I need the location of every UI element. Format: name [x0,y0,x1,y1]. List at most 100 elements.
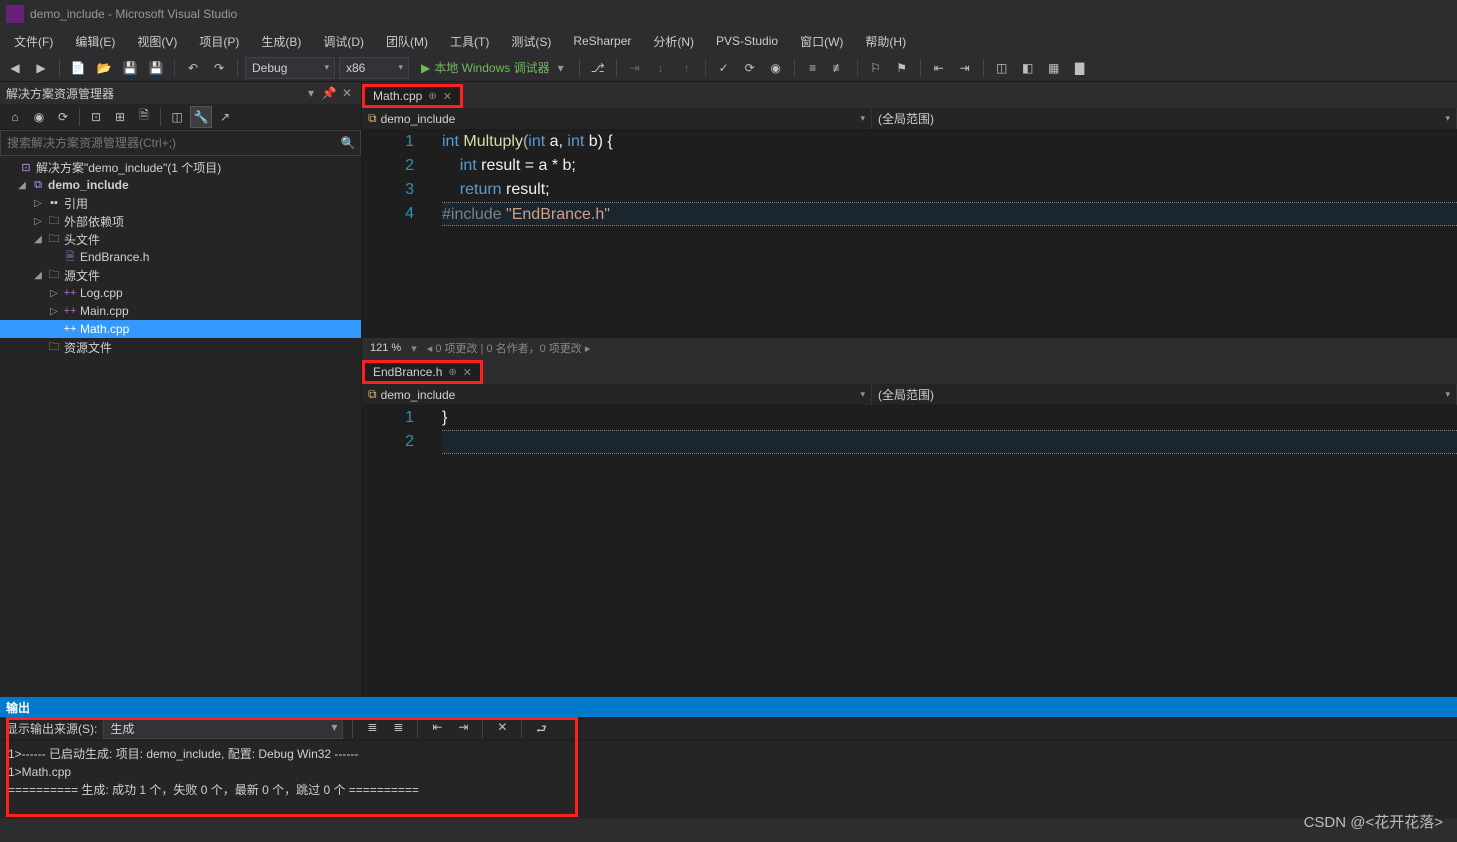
save-all-icon[interactable]: 💾 [145,57,167,79]
comment-icon[interactable]: ≡ [802,57,824,79]
menu-tools[interactable]: 工具(T) [440,30,499,53]
editor-area: Math.cpp ⊕ ✕ ⧉demo_include (全局范围) 1234 i… [362,82,1457,697]
tree-source-files[interactable]: ◢🗀源文件 [0,266,361,284]
menu-test[interactable]: 测试(S) [501,30,561,53]
clear-icon[interactable]: ✕ [492,720,512,738]
menu-edit[interactable]: 编辑(E) [65,30,125,53]
scope-global-dropdown[interactable]: (全局范围) [872,108,1457,129]
explorer-search[interactable]: 🔍 [0,130,361,156]
tree-external-deps[interactable]: ▷🗀外部依赖项 [0,212,361,230]
menu-window[interactable]: 窗口(W) [790,30,853,53]
refresh-icon[interactable]: ⟳ [52,106,74,128]
output-source-label: 显示输出来源(S): [6,720,97,737]
search-icon[interactable]: 🔍 [336,136,360,150]
pin-icon[interactable]: ⊕ [448,367,456,378]
show-all-icon[interactable]: 🗎 [133,106,155,128]
menu-pvs[interactable]: PVS-Studio [706,31,788,51]
home-icon[interactable]: ⌂ [4,106,26,128]
toolbar-icon[interactable]: ◉ [28,106,50,128]
pin-icon[interactable]: ⊕ [428,91,436,102]
menu-file[interactable]: 文件(F) [4,30,63,53]
code-lines[interactable]: } [438,406,1457,697]
toolbar-icon[interactable]: ◫ [991,57,1013,79]
tab-endbrance-h[interactable]: EndBrance.h ⊕ ✕ [362,360,483,384]
toolbar-icon[interactable]: ⚑ [891,57,913,79]
tab-math-cpp[interactable]: Math.cpp ⊕ ✕ [362,84,463,108]
toolbar-icon[interactable]: ◉ [765,57,787,79]
scope-project-dropdown[interactable]: ⧉demo_include [362,384,872,405]
menu-team[interactable]: 团队(M) [376,30,438,53]
tree-file-log[interactable]: ▷++Log.cpp [0,284,361,302]
toolbar-icon[interactable]: ▦ [1043,57,1065,79]
scope-global-dropdown[interactable]: (全局范围) [872,384,1457,405]
toolbar-icon[interactable]: ≣ [388,720,408,738]
project-icon: ⧉ [368,111,377,126]
nav-back-icon[interactable]: ◀ [4,57,26,79]
toolbar-icon[interactable]: ⊞ [109,106,131,128]
output-header[interactable]: 输出 [0,697,1457,717]
tree-references[interactable]: ▷▪▪引用 [0,194,361,212]
separator [705,59,706,77]
output-line: ========== 生成: 成功 1 个，失败 0 个，最新 0 个，跳过 0… [8,781,1449,799]
nav-fwd-icon[interactable]: ▶ [30,57,52,79]
menu-resharper[interactable]: ReSharper [563,31,641,51]
config-dropdown[interactable]: Debug [245,57,335,79]
platform-dropdown[interactable]: x86 [339,57,409,79]
open-icon[interactable]: 📂 [93,57,115,79]
tree-file-math[interactable]: ++Math.cpp [0,320,361,338]
menu-analyze[interactable]: 分析(N) [643,30,704,53]
dropdown-icon[interactable]: ▾ [303,86,319,100]
toolbar-icon[interactable]: ◫ [166,106,188,128]
save-icon[interactable]: 💾 [119,57,141,79]
project-icon: ⧉ [368,387,377,402]
menu-build[interactable]: 生成(B) [251,30,311,53]
menu-debug[interactable]: 调试(D) [313,30,374,53]
properties-icon[interactable]: 🔧 [190,106,212,128]
toolbar-icon[interactable]: ⇥ [453,720,473,738]
close-icon[interactable]: ✕ [339,86,355,100]
tree-project[interactable]: ◢⧉demo_include [0,176,361,194]
close-icon[interactable]: ✕ [443,90,452,103]
new-project-icon[interactable]: 📄 [67,57,89,79]
tree-resource-files[interactable]: 🗀资源文件 [0,338,361,356]
separator [160,108,161,126]
code-lines[interactable]: int Multuply(int a, int b) { int result … [438,130,1457,338]
menu-view[interactable]: 视图(V) [127,30,187,53]
bookmark-icon[interactable]: ⚐ [865,57,887,79]
search-input[interactable] [1,136,336,150]
code-margin [426,406,438,697]
toolbar-icon[interactable]: ⎇ [587,57,609,79]
tree-solution[interactable]: ⊡解决方案"demo_include"(1 个项目) [0,158,361,176]
tree-header-files[interactable]: ◢🗀头文件 [0,230,361,248]
uncomment-icon[interactable]: ≢ [828,57,850,79]
output-line: 1>Math.cpp [8,763,1449,781]
wrap-icon[interactable]: ⮐ [531,720,551,738]
toolbar-icon[interactable]: ▇ [1069,57,1091,79]
start-debug-button[interactable]: ▶本地 Windows 调试器▾ [413,57,572,79]
toolbar-icon[interactable]: ≣ [362,720,382,738]
toolbar-icon[interactable]: ↗ [214,106,236,128]
toolbar-icon[interactable]: ◧ [1017,57,1039,79]
toolbar-icon[interactable]: ⊡ [85,106,107,128]
scope-project-dropdown[interactable]: ⧉demo_include [362,108,872,129]
toolbar-icon[interactable]: ✓ [713,57,735,79]
outdent-icon[interactable]: ⇥ [954,57,976,79]
output-source-dropdown[interactable]: 生成 [103,718,343,739]
tree-file-main[interactable]: ▷++Main.cpp [0,302,361,320]
close-icon[interactable]: ✕ [463,366,472,379]
undo-icon[interactable]: ↶ [182,57,204,79]
code-editor-1[interactable]: 1234 int Multuply(int a, int b) { int re… [362,130,1457,338]
pin-icon[interactable]: 📌 [321,86,337,100]
code-editor-2[interactable]: 12 } [362,406,1457,697]
tree-file-endbrance[interactable]: 🗎EndBrance.h [0,248,361,266]
toolbar-icon[interactable]: ⟳ [739,57,761,79]
menu-project[interactable]: 项目(P) [189,30,249,53]
redo-icon[interactable]: ↷ [208,57,230,79]
code-margin [426,130,438,338]
indent-icon[interactable]: ⇤ [928,57,950,79]
toolbar-icon[interactable]: ⇤ [427,720,447,738]
menu-help[interactable]: 帮助(H) [855,30,916,53]
editor-status-1: 121 %▾ ◂ 0 项更改 | 0 名作者，0 项更改 ▸ [362,338,1457,358]
output-body[interactable]: 1>------ 已启动生成: 项目: demo_include, 配置: De… [0,741,1457,819]
zoom-level[interactable]: 121 % [370,342,401,354]
